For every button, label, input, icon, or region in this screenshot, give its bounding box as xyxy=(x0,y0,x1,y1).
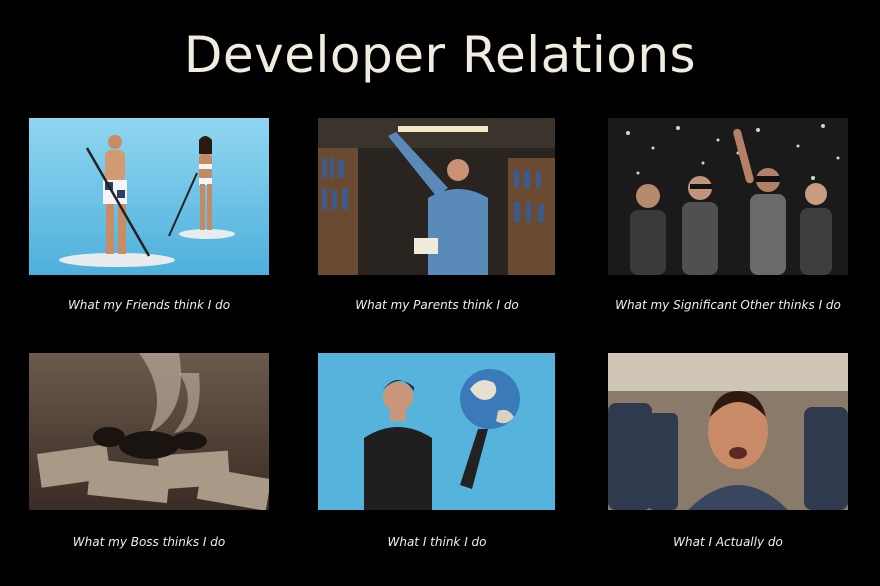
caption-self: What I think I do xyxy=(387,535,487,549)
caption-significant-other: What my Significant Other thinks I do xyxy=(615,298,841,312)
caption-friends: What my Friends think I do xyxy=(67,298,231,312)
paddleboarding-photo xyxy=(29,118,269,275)
party-photo xyxy=(608,118,848,275)
caption-boss: What my Boss thinks I do xyxy=(72,535,226,549)
holding-globe-photo xyxy=(318,353,555,510)
library-photo xyxy=(318,118,555,275)
caption-actual: What I Actually do xyxy=(673,535,783,549)
page-title: Developer Relations xyxy=(183,26,697,84)
burning-money-photo xyxy=(29,353,269,510)
caption-parents: What my Parents think I do xyxy=(355,298,519,312)
sleeping-on-plane-photo xyxy=(608,353,848,510)
